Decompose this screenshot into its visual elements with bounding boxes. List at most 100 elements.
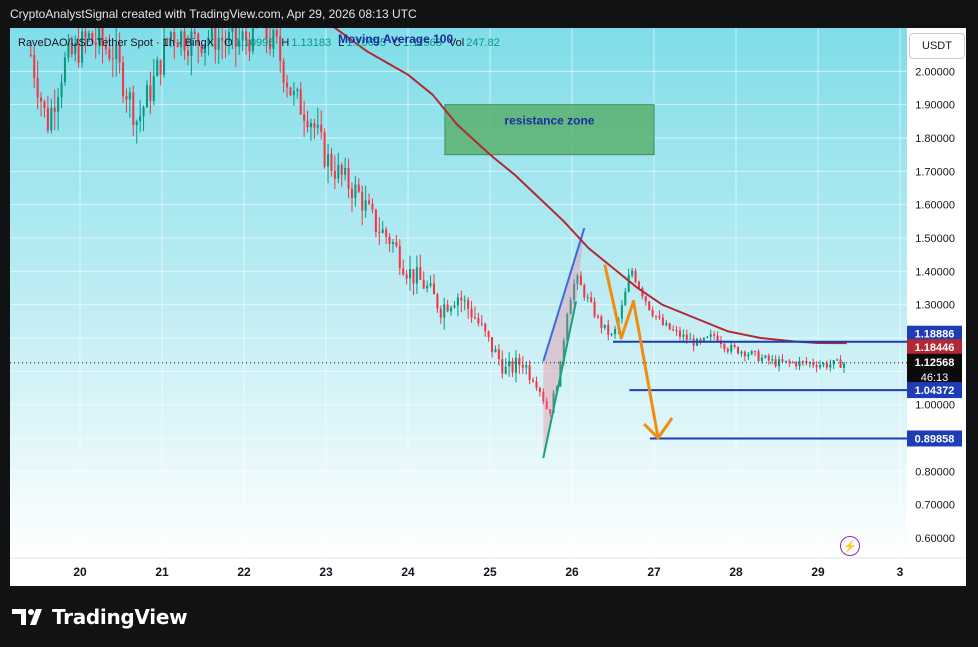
candle-body xyxy=(36,77,39,98)
candle-body xyxy=(491,337,494,353)
candle-body xyxy=(286,82,289,88)
candle-body xyxy=(132,92,135,126)
chart-credit: CryptoAnalystSignal created with Trading… xyxy=(10,7,417,21)
y-tick-label: 2.00000 xyxy=(915,66,955,78)
candle-body xyxy=(422,279,425,289)
candle-body xyxy=(309,123,312,128)
candle-body xyxy=(316,124,319,128)
candle-body xyxy=(221,37,224,41)
candle-body xyxy=(678,330,681,337)
candle-body xyxy=(754,350,757,352)
candle-body xyxy=(487,331,490,338)
candle-body xyxy=(504,366,507,374)
candle-body xyxy=(508,361,511,367)
candle-body xyxy=(801,361,804,363)
y-tick-label: 1.80000 xyxy=(915,133,955,145)
price-chart[interactable]: 0.600000.700000.800000.900001.000001.100… xyxy=(10,28,966,586)
x-tick-label: 20 xyxy=(73,565,87,579)
candle-body xyxy=(627,275,630,292)
candle-body xyxy=(822,363,825,365)
candle-body xyxy=(661,317,664,326)
legend-open-value: 1.10995 xyxy=(235,37,275,49)
x-tick-label: 26 xyxy=(565,565,579,579)
candle-body xyxy=(364,200,367,211)
candle-body xyxy=(740,351,743,354)
y-tick-label: 0.80000 xyxy=(915,466,955,478)
candle-body xyxy=(624,291,627,306)
candle-body xyxy=(583,285,586,298)
currency-unit-button[interactable]: USDT xyxy=(909,33,965,59)
candle-body xyxy=(217,37,220,50)
candle-body xyxy=(596,316,599,318)
candle-body xyxy=(108,49,111,59)
candle-body xyxy=(139,116,142,122)
resistance-zone[interactable] xyxy=(444,104,655,156)
candle-body xyxy=(757,351,760,362)
candle-body xyxy=(637,281,640,289)
candle-body xyxy=(747,354,750,357)
candle-body xyxy=(521,365,524,368)
candle-body xyxy=(473,317,476,319)
candle-body xyxy=(603,324,606,328)
candle-body xyxy=(275,29,278,37)
candle-body xyxy=(836,359,839,361)
price-label-text: 1.18886 xyxy=(915,329,955,341)
candle-body xyxy=(480,323,483,325)
y-tick-label: 0.70000 xyxy=(915,500,955,512)
candle-body xyxy=(514,357,517,373)
candle-body xyxy=(111,58,114,60)
candle-body xyxy=(798,361,801,367)
candle-body xyxy=(409,269,412,279)
candle-body xyxy=(446,304,449,312)
candle-body xyxy=(439,308,442,318)
candle-body xyxy=(586,297,589,299)
brand-name: TradingView xyxy=(52,605,188,629)
candle-body xyxy=(347,167,350,189)
candle-body xyxy=(733,344,736,347)
candle-body xyxy=(412,269,415,284)
candle-body xyxy=(685,334,688,340)
candle-body xyxy=(60,82,63,98)
candle-body xyxy=(374,209,377,232)
lightning-icon[interactable]: ⚡ xyxy=(840,536,860,556)
candle-body xyxy=(726,348,729,352)
candle-body xyxy=(593,301,596,317)
candle-body xyxy=(231,28,234,32)
candle-body xyxy=(672,329,675,331)
candle-body xyxy=(812,362,815,366)
legend-high-value: 1.13183 xyxy=(291,37,331,49)
candle-body xyxy=(764,355,767,358)
candle-body xyxy=(289,87,292,96)
candle-body xyxy=(299,89,302,115)
resistance-zone-label: resistance zone xyxy=(504,114,594,128)
candle-body xyxy=(716,335,719,341)
y-tick-label: 1.70000 xyxy=(915,166,955,178)
candle-body xyxy=(689,338,692,340)
candle-body xyxy=(361,191,364,211)
candle-body xyxy=(494,349,497,353)
candle-body xyxy=(426,285,429,289)
candle-body xyxy=(388,236,391,245)
candle-body xyxy=(320,124,323,133)
candle-body xyxy=(788,360,791,363)
candle-body xyxy=(501,359,504,374)
candle-body xyxy=(723,344,726,349)
x-tick-label: 28 xyxy=(729,565,743,579)
candle-body xyxy=(29,54,32,56)
candle-body xyxy=(357,184,360,192)
candle-body xyxy=(50,107,53,131)
candle-body xyxy=(467,300,470,309)
candle-body xyxy=(842,363,845,368)
candle-body xyxy=(40,97,43,102)
candle-body xyxy=(511,361,514,373)
candle-body xyxy=(460,297,463,301)
top-bar: CryptoAnalystSignal created with Trading… xyxy=(0,0,978,28)
price-label-text: 1.18446 xyxy=(915,342,955,354)
candle-body xyxy=(784,360,787,362)
candle-body xyxy=(152,76,155,101)
y-tick-label: 1.90000 xyxy=(915,100,955,112)
legend-symbol: RaveDAO/USD Tether Spot · 1h · BingX xyxy=(18,37,215,49)
candle-body xyxy=(713,334,716,336)
candle-body xyxy=(825,363,828,368)
candle-body xyxy=(658,316,661,318)
